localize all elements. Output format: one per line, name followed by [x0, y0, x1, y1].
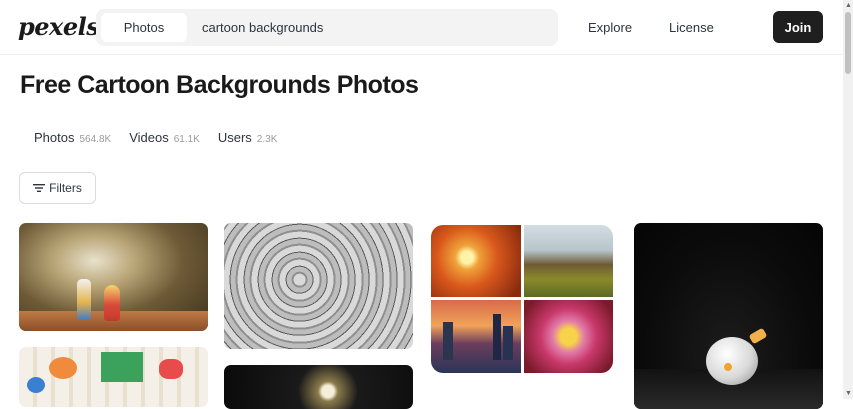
tab-users-count: 2.3K: [256, 134, 278, 145]
scroll-thumb[interactable]: [845, 12, 851, 74]
collage-city: [431, 300, 521, 373]
filters-button[interactable]: Filters: [19, 172, 96, 204]
tab-users[interactable]: Users 2.3K: [218, 130, 278, 145]
nav-explore-link[interactable]: Explore: [588, 20, 632, 35]
photo-detail-toy: [706, 337, 758, 385]
search-input[interactable]: [202, 9, 542, 46]
filter-icon: [33, 184, 46, 192]
photo-dark-light[interactable]: [224, 365, 413, 409]
photo-collage[interactable]: [431, 225, 613, 373]
search-type-selector[interactable]: Photos: [101, 13, 187, 42]
tab-photos-label: Photos: [34, 130, 75, 145]
photo-doodle-art[interactable]: [224, 223, 413, 349]
tab-videos-count: 61.1K: [173, 134, 200, 145]
photo-detail-shape: [159, 359, 183, 379]
photo-detail-toy: [77, 279, 91, 319]
photo-detail-shape: [101, 352, 143, 382]
scroll-up-arrow-icon[interactable]: ▲: [845, 2, 852, 9]
nav-license-link[interactable]: License: [669, 20, 714, 35]
photo-toy-figures[interactable]: [19, 223, 208, 331]
vertical-scrollbar[interactable]: ▲ ▼: [843, 0, 853, 399]
tab-videos[interactable]: Videos 61.1K: [129, 130, 200, 145]
photo-detail-shape: [49, 357, 77, 379]
tab-photos-count: 564.8K: [79, 134, 112, 145]
search-bar: Photos: [96, 9, 558, 46]
collage-flowers: [524, 300, 613, 373]
collage-building: [443, 322, 453, 360]
photo-kids-drawings[interactable]: [19, 347, 208, 407]
filters-label: Filters: [49, 181, 82, 195]
pexels-logo[interactable]: pexels: [18, 12, 100, 41]
scroll-down-arrow-icon[interactable]: ▼: [845, 390, 852, 397]
site-header: pexels Photos Explore License Join: [0, 0, 843, 55]
photo-detail-toy: [104, 285, 120, 321]
photo-detail-tail: [748, 327, 768, 345]
tab-photos[interactable]: Photos 564.8K: [34, 130, 111, 145]
tab-users-label: Users: [217, 130, 252, 145]
photo-detail-shape: [27, 377, 45, 393]
collage-building: [503, 326, 513, 360]
media-tabs: Photos 564.8K Videos 61.1K Users 2.3K: [34, 130, 295, 145]
collage-flower: [431, 225, 521, 297]
collage-mountain: [524, 225, 613, 297]
collage-building: [493, 314, 501, 360]
page-title: Free Cartoon Backgrounds Photos: [20, 71, 419, 99]
photo-white-toy[interactable]: [634, 223, 823, 409]
photo-detail-cheek: [724, 363, 732, 371]
join-button[interactable]: Join: [773, 11, 823, 43]
tab-videos-label: Videos: [129, 130, 169, 145]
